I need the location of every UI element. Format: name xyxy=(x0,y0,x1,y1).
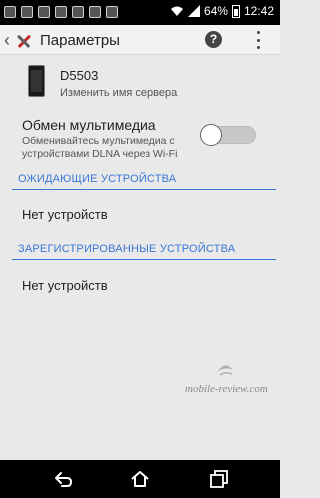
battery-icon xyxy=(231,4,240,18)
notification-icons xyxy=(4,6,118,18)
wifi-icon xyxy=(170,6,183,16)
registered-devices-header: ЗАРЕГИСТРИРОВАННЫЕ УСТРОЙСТВА xyxy=(18,243,236,255)
watermark-logo xyxy=(217,365,233,376)
home-icon[interactable] xyxy=(129,468,151,490)
tools-app-icon[interactable] xyxy=(14,31,34,51)
status-bar: 64% 12:42 xyxy=(0,0,280,25)
help-icon[interactable]: ? xyxy=(205,31,222,48)
section-divider xyxy=(12,189,276,190)
media-sharing-title: Обмен мультимедиа xyxy=(22,117,156,133)
action-bar: ‹ Параметры ? xyxy=(0,25,280,55)
section-divider xyxy=(12,259,276,260)
notification-icon xyxy=(89,6,101,18)
watermark-text: mobile-review.com xyxy=(185,383,268,395)
up-navigation-icon[interactable]: ‹ xyxy=(4,30,10,51)
server-rename-hint: Изменить имя сервера xyxy=(60,87,178,99)
signal-icon xyxy=(187,5,200,17)
notification-icon xyxy=(72,6,84,18)
phone-icon xyxy=(28,65,45,97)
back-icon[interactable] xyxy=(52,468,74,490)
clock: 12:42 xyxy=(243,4,274,18)
notification-icon xyxy=(21,6,33,18)
navigation-bar xyxy=(0,460,280,498)
server-name: D5503 xyxy=(60,68,99,83)
pending-devices-empty: Нет устройств xyxy=(22,207,108,222)
notification-icon xyxy=(4,6,16,18)
notification-icon xyxy=(55,6,67,18)
registered-devices-empty: Нет устройств xyxy=(22,278,108,293)
pending-devices-header: ОЖИДАЮЩИЕ УСТРОЙСТВА xyxy=(18,173,177,185)
media-sharing-description: Обменивайтесь мультимедиа с устройствами… xyxy=(22,135,178,160)
toggle-knob xyxy=(200,124,222,146)
page-title: Параметры xyxy=(40,32,120,49)
notification-icon xyxy=(106,6,118,18)
overflow-menu-icon[interactable] xyxy=(255,31,261,49)
battery-level: 64% xyxy=(203,4,228,18)
notification-icon xyxy=(38,6,50,18)
media-sharing-toggle[interactable] xyxy=(200,124,256,146)
recent-apps-icon[interactable] xyxy=(208,468,230,490)
